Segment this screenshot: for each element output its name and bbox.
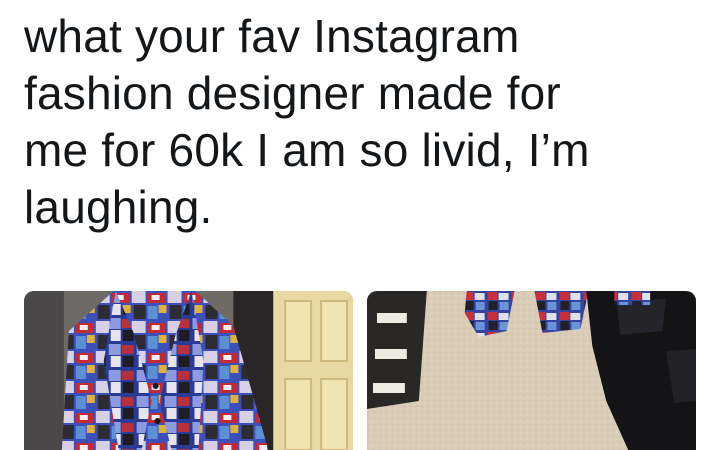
tweet-card: what your fav Instagram fashion designer…: [0, 0, 720, 450]
floor-clothes-photo-icon: [367, 291, 696, 450]
tweet-text-line-2: fashion designer made for: [24, 67, 561, 119]
shirt-photo-icon: [24, 291, 353, 450]
tweet-photo-2[interactable]: [367, 291, 696, 450]
tweet-text-line-3: me for 60k I am so livid, I’m: [24, 124, 590, 176]
tweet-text: what your fav Instagram fashion designer…: [24, 8, 704, 236]
media-grid: [24, 291, 696, 450]
tweet-text-line-1: what your fav Instagram: [24, 10, 520, 62]
tweet-text-line-4: laughing.: [24, 181, 213, 233]
tweet-photo-1[interactable]: [24, 291, 353, 450]
